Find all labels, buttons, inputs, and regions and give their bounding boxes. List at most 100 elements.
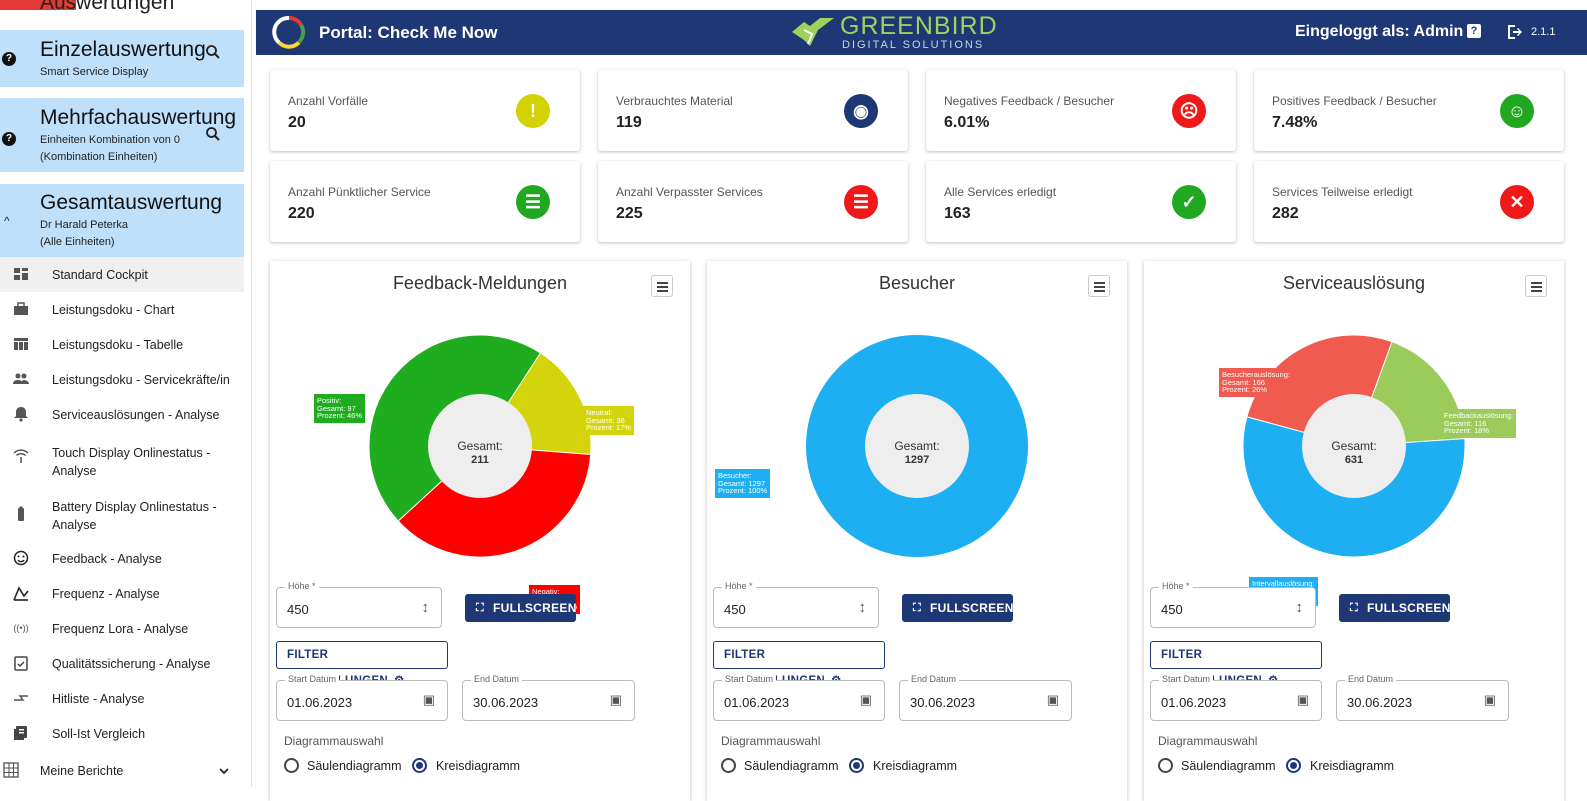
calendar-icon[interactable]: ▣ bbox=[1484, 692, 1496, 708]
arrows-icon bbox=[14, 695, 28, 701]
sidebar-item-qualitaetssicherung[interactable]: Qualitätssicherung - Analyse bbox=[0, 646, 244, 681]
portal-title: Portal: Check Me Now bbox=[319, 23, 498, 42]
sidebar-item-frequenz-lora[interactable]: ((•)) Frequenz Lora - Analyse bbox=[0, 611, 244, 646]
kpi-value: 220 bbox=[288, 205, 315, 222]
calendar-icon[interactable]: ▣ bbox=[423, 692, 435, 708]
start-date-field[interactable]: Start Datum 01.06.2023 ▣ bbox=[713, 674, 885, 721]
filter-settings-button[interactable]: FILTER EINSTELLUNGEN⚙ bbox=[713, 641, 885, 687]
fullscreen-button[interactable]: ⛶ FULLSCREEN bbox=[902, 594, 1013, 622]
bell-icon bbox=[14, 407, 28, 422]
help-icon[interactable]: ? bbox=[2, 132, 16, 146]
sidebar-card-gesamtauswertung[interactable]: ^ Gesamtauswertung Dr Harald Peterka (Al… bbox=[0, 184, 244, 257]
end-date-field[interactable]: End Datum 30.06.2023 ▣ bbox=[1336, 674, 1509, 721]
sidebar-item-leistungsdoku-servicekraefte[interactable]: Leistungsdoku - Servicekräfte/in bbox=[0, 362, 244, 397]
sidebar-item-meine-berichte[interactable]: Meine Berichte bbox=[0, 753, 244, 787]
happy-face-icon: ☺ bbox=[1500, 94, 1534, 128]
center-value: 211 bbox=[471, 454, 489, 466]
start-date-field[interactable]: Start Datum 01.06.2023 ▣ bbox=[276, 674, 448, 721]
sidebar-item-label: Frequenz - Analyse bbox=[52, 587, 160, 601]
sidebar-item-serviceausloesungen[interactable]: Serviceauslösungen - Analyse bbox=[0, 397, 244, 432]
end-date-field[interactable]: End Datum 30.06.2023 ▣ bbox=[899, 674, 1072, 721]
height-input[interactable]: Höhe * 450 ↕ bbox=[276, 581, 442, 628]
calendar-icon[interactable]: ▣ bbox=[1047, 692, 1059, 708]
radio-bar-chart[interactable] bbox=[721, 758, 736, 773]
sidebar-item-leistungsdoku-tabelle[interactable]: Leistungsdoku - Tabelle bbox=[0, 327, 244, 362]
sidebar-item-label: Qualitätssicherung - Analyse bbox=[52, 657, 211, 671]
end-date-field[interactable]: End Datum 30.06.2023 ▣ bbox=[462, 674, 635, 721]
radio-bar-chart[interactable] bbox=[1158, 758, 1173, 773]
signal-icon: ((•)) bbox=[13, 623, 29, 633]
start-date-value: 01.06.2023 bbox=[287, 695, 353, 710]
chevron-down-icon[interactable] bbox=[218, 767, 230, 777]
end-date-value: 30.06.2023 bbox=[910, 695, 976, 710]
wifi-icon bbox=[13, 449, 29, 463]
calendar-icon[interactable]: ▣ bbox=[610, 692, 622, 708]
calendar-icon[interactable]: ▣ bbox=[1297, 692, 1309, 708]
chart-menu-button[interactable] bbox=[1088, 275, 1110, 297]
chart-menu-button[interactable] bbox=[651, 275, 673, 297]
kpi-value: 20 bbox=[288, 114, 306, 131]
height-input[interactable]: Höhe * 450 ↕ bbox=[1150, 581, 1316, 628]
kpi-card: Anzahl Vorfälle 20! bbox=[270, 70, 580, 151]
start-date-label: Start Datum bbox=[1159, 674, 1214, 684]
radio-pie-chart[interactable] bbox=[412, 758, 427, 773]
chevron-up-icon[interactable]: ^ bbox=[4, 214, 10, 228]
kpi-value: 225 bbox=[616, 205, 643, 222]
sidebar-item-frequenz-analyse[interactable]: Frequenz - Analyse bbox=[0, 576, 244, 611]
kpi-card: Negatives Feedback / Besucher 6.01% ☹ bbox=[926, 70, 1236, 151]
fullscreen-button[interactable]: ⛶ FULLSCREEN bbox=[1339, 594, 1450, 622]
sidebar-item-battery-display[interactable]: Battery Display Onlinestatus - Analyse bbox=[0, 490, 244, 540]
sidebar-item-label: Soll-Ist Vergleich bbox=[52, 727, 146, 741]
kpi-value: 7.48% bbox=[1272, 114, 1318, 131]
sidebar-item-leistungsdoku-chart[interactable]: Leistungsdoku - Chart bbox=[0, 292, 244, 327]
start-date-value: 01.06.2023 bbox=[1161, 695, 1227, 710]
center-value: 1297 bbox=[905, 454, 929, 466]
slice-data-label-line: Prozent: 18% bbox=[1444, 426, 1490, 435]
brand-name: GREENBIRD bbox=[840, 12, 998, 40]
sidebar-item-soll-ist[interactable]: Soll-Ist Vergleich bbox=[0, 716, 244, 751]
kpi-label: Anzahl Verpasster Services bbox=[616, 185, 763, 199]
chart-card: Feedback-Meldungen Gesamt: 211 Neutral: Gesa… bbox=[270, 261, 690, 801]
app-version: 2.1.1 bbox=[1531, 26, 1556, 38]
start-date-field[interactable]: Start Datum 01.06.2023 ▣ bbox=[1150, 674, 1322, 721]
end-date-label: End Datum bbox=[1345, 674, 1397, 684]
chart-menu-button[interactable] bbox=[1525, 275, 1547, 297]
radio-pie-chart[interactable] bbox=[849, 758, 864, 773]
kpi-value: 163 bbox=[944, 205, 971, 222]
sidebar-item-label: Serviceauslösungen - Analyse bbox=[52, 408, 220, 422]
logout-icon[interactable] bbox=[1505, 23, 1523, 41]
start-date-label: Start Datum bbox=[722, 674, 777, 684]
portal-logo-icon bbox=[272, 16, 306, 49]
center-label: Gesamt: bbox=[1331, 439, 1376, 453]
fullscreen-label: FULLSCREEN bbox=[930, 601, 1014, 615]
battery-icon bbox=[18, 506, 24, 521]
height-value: 450 bbox=[724, 602, 746, 617]
radio-pie-chart[interactable] bbox=[1286, 758, 1301, 773]
search-icon[interactable] bbox=[205, 44, 221, 60]
help-icon[interactable]: ? bbox=[1467, 24, 1481, 38]
sidebar-card-mehrfachauswertung[interactable]: ? Mehrfachauswertung Einheiten Kombinati… bbox=[0, 98, 244, 172]
filter-settings-button[interactable]: FILTER EINSTELLUNGEN⚙ bbox=[1150, 641, 1322, 687]
sidebar-item-label: Leistungsdoku - Tabelle bbox=[52, 338, 184, 352]
clipboard-icon bbox=[14, 656, 28, 671]
sidebar-item-feedback-analyse[interactable]: Feedback - Analyse bbox=[0, 541, 244, 576]
chart-card: Besucher Gesamt: 1297 Besucher: Gesamt: 1297… bbox=[707, 261, 1127, 801]
radio-bar-chart-label: Säulendiagramm bbox=[307, 759, 402, 773]
sidebar-item-hitliste[interactable]: Hitliste - Analyse bbox=[0, 681, 244, 716]
sidebar-item-touch-display[interactable]: Touch Display Onlinestatus - Analyse bbox=[0, 436, 244, 486]
calendar-icon[interactable]: ▣ bbox=[860, 692, 872, 708]
fullscreen-button[interactable]: ⛶ FULLSCREEN bbox=[465, 594, 576, 622]
sidebar-card-einzelauswertung[interactable]: ? Einzelauswertung Smart Service Display bbox=[0, 30, 244, 87]
card-subtitle: Einheiten Kombination von 0 bbox=[40, 134, 181, 146]
radio-bar-chart[interactable] bbox=[284, 758, 299, 773]
sidebar-item-label: Feedback - Analyse bbox=[52, 552, 162, 566]
help-icon[interactable]: ? bbox=[2, 52, 16, 66]
search-icon[interactable] bbox=[205, 126, 221, 142]
kpi-card: Verbrauchtes Material 119 ◉ bbox=[598, 70, 908, 151]
sad-face-icon: ☹ bbox=[1172, 94, 1206, 128]
sidebar-item-standard-cockpit[interactable]: Standard Cockpit bbox=[0, 257, 244, 292]
height-input[interactable]: Höhe * 450 ↕ bbox=[713, 581, 879, 628]
filter-settings-button[interactable]: FILTER EINSTELLUNGEN⚙ bbox=[276, 641, 448, 687]
kpi-value: 6.01% bbox=[944, 114, 990, 131]
sidebar-item-label: Frequenz Lora - Analyse bbox=[52, 622, 189, 636]
